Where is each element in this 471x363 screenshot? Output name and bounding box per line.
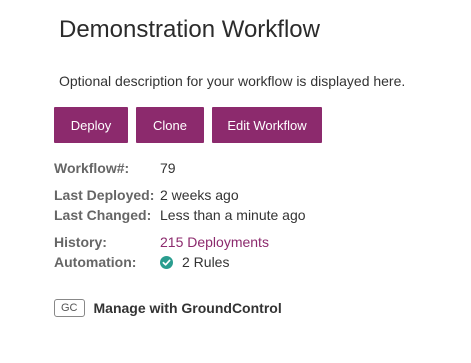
manage-groundcontrol-link[interactable]: Manage with GroundControl [94,300,282,316]
last-changed-row: Last Changed: Less than a minute ago [54,205,306,225]
check-circle-icon [160,255,173,269]
last-deployed-label: Last Deployed: [54,187,155,203]
page-title: Demonstration Workflow [59,16,320,43]
history-label: History: [54,234,107,250]
action-buttons: Deploy Clone Edit Workflow [54,107,322,143]
groundcontrol-row[interactable]: GC Manage with GroundControl [54,299,282,317]
deployment-times-group: Last Deployed: 2 weeks ago Last Changed:… [54,185,306,225]
workflow-description: Optional description for your workflow i… [59,73,406,89]
deploy-button[interactable]: Deploy [54,107,128,143]
last-deployed-value: 2 weeks ago [160,187,239,203]
workflow-number-group: Workflow#: 79 [54,158,176,178]
last-changed-label: Last Changed: [54,207,152,223]
history-deployments-link[interactable]: 215 Deployments [160,234,269,250]
last-changed-value: Less than a minute ago [160,207,306,223]
workflow-detail-panel: Demonstration Workflow Optional descript… [54,0,471,363]
automation-label: Automation: [54,254,137,270]
workflow-number-row: Workflow#: 79 [54,158,176,178]
automation-row: Automation: 2 Rules [54,252,269,272]
workflow-number-value: 79 [160,160,176,176]
clone-button[interactable]: Clone [136,107,204,143]
automation-rules-text: 2 Rules [182,254,230,270]
automation-value: 2 Rules [160,254,229,270]
edit-workflow-button[interactable]: Edit Workflow [212,107,322,143]
workflow-number-label: Workflow#: [54,160,130,176]
last-deployed-row: Last Deployed: 2 weeks ago [54,185,306,205]
history-row: History: 215 Deployments [54,232,269,252]
gc-badge: GC [54,299,85,317]
history-automation-group: History: 215 Deployments Automation: 2 R… [54,232,269,272]
